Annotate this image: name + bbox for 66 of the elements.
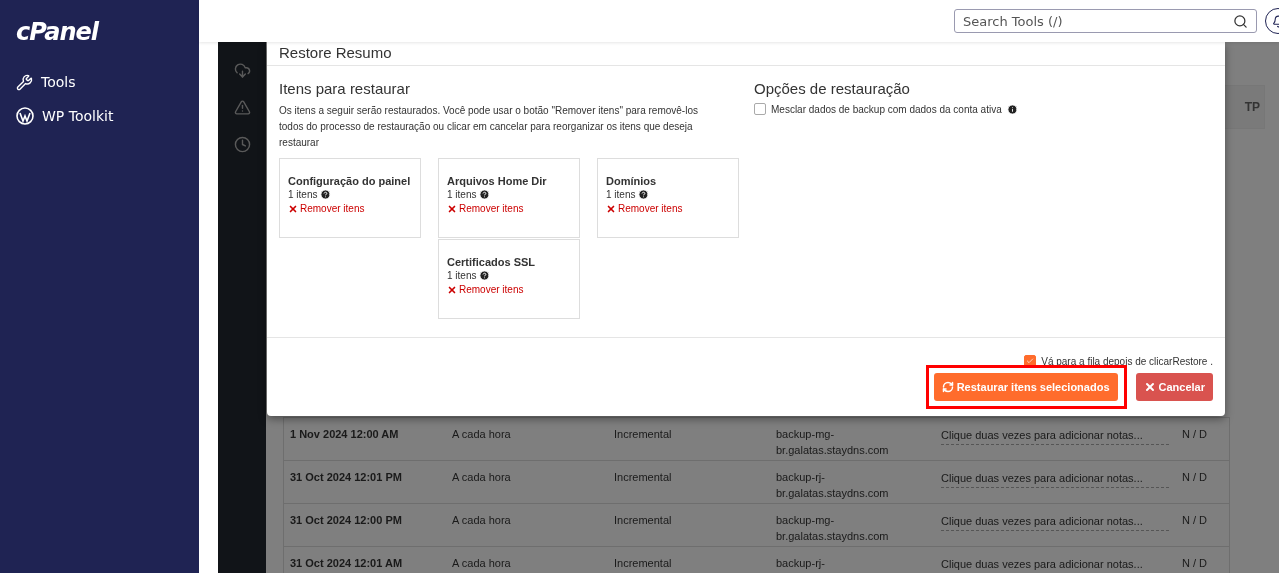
item-title: Certificados SSL xyxy=(447,256,537,269)
destination-cell-text: backup-rj- xyxy=(776,556,826,571)
date-cell-text: 31 Oct 2024 12:01 AM xyxy=(290,556,404,571)
x-icon xyxy=(606,203,616,214)
help-icon[interactable] xyxy=(479,270,491,281)
option-label: Mesclar dados de backup com dados da conta ativa xyxy=(771,103,1002,115)
refresh-icon xyxy=(941,381,954,393)
dialog-title: Restore Resumo xyxy=(267,42,1225,66)
date-cell-text: 31 Oct 2024 12:01 PM xyxy=(290,470,403,485)
item-title: Arquivos Home Dir xyxy=(447,175,548,188)
status-cell-text: N / D xyxy=(1182,556,1209,571)
remove-items-link[interactable]: Remover itens xyxy=(447,284,571,295)
cancel-button[interactable]: Cancelar xyxy=(1135,373,1213,401)
notes-field[interactable]: Clique duas vezes para adicionar notas... xyxy=(941,472,1169,488)
item-title: Configuração do painel xyxy=(288,175,412,188)
tools-icon xyxy=(16,73,33,91)
notes-field[interactable]: Clique duas vezes para adicionar notas... xyxy=(941,558,1169,573)
date-cell-text: 31 Oct 2024 12:00 PM xyxy=(290,513,403,528)
item-title: Domínios xyxy=(606,175,658,188)
checkbox[interactable] xyxy=(754,103,766,115)
remove-items-link[interactable]: Remover itens xyxy=(447,203,571,214)
remove-items-link[interactable]: Remover itens xyxy=(606,203,730,214)
cloud-download-icon[interactable] xyxy=(233,62,251,79)
type-cell-text: Incremental xyxy=(614,427,673,442)
check-icon xyxy=(1026,357,1035,365)
x-icon xyxy=(288,203,298,214)
frequency-cell-text: A cada hora xyxy=(452,513,512,528)
x-icon xyxy=(447,284,457,295)
notes-field[interactable]: Clique duas vezes para adicionar notas... xyxy=(941,429,1169,445)
item-count: 1 itens xyxy=(447,270,477,281)
notes-field[interactable]: Clique duas vezes para adicionar notas... xyxy=(941,515,1169,531)
section-heading: Opções de restauração xyxy=(754,80,911,97)
clock-icon[interactable] xyxy=(233,136,251,153)
help-icon[interactable] xyxy=(638,189,650,200)
warning-icon[interactable] xyxy=(233,99,251,116)
date-cell-text: 1 Nov 2024 12:00 AM xyxy=(290,427,400,442)
sidebar-item[interactable]: WP Toolkit xyxy=(16,104,199,128)
status-cell-text: N / D xyxy=(1182,513,1209,528)
destination-cell-text: backup-mg-br.galatas.staydns.com xyxy=(776,427,890,458)
destination-cell-text: backup-mg-br.galatas.staydns.com xyxy=(776,513,890,544)
type-cell-text: Incremental xyxy=(614,470,673,485)
search-icon xyxy=(1233,13,1248,29)
type-cell-text: Incremental xyxy=(614,513,673,528)
close-icon xyxy=(1143,381,1156,393)
frequency-cell-text: A cada hora xyxy=(452,427,512,442)
destination-cell-text: backup-rj-br.galatas.staydns.com xyxy=(776,470,890,501)
frequency-cell-text: A cada hora xyxy=(452,556,512,571)
search-field[interactable]: Search Tools (/) xyxy=(954,9,1257,33)
item-count: 1 itens xyxy=(606,189,636,200)
info-icon[interactable] xyxy=(1006,103,1018,115)
item-count: 1 itens xyxy=(288,189,318,200)
help-icon[interactable] xyxy=(320,189,332,200)
x-icon xyxy=(447,203,457,214)
description-text: Os itens a seguir serão restaurados. Você pode usar o botão "Remover itens" para removê-los todos do processo de restauração ou clicar em cancelar para reorganizar os itens que deseja restaurar xyxy=(279,104,699,150)
section-heading: Itens para restaurar xyxy=(279,80,411,97)
status-cell-text: N / D xyxy=(1182,470,1209,485)
frequency-cell-text: A cada hora xyxy=(452,470,512,485)
sidebar-item[interactable]: Tools xyxy=(16,70,199,94)
option-label: Vá para a fila depois de clicarRestore . xyxy=(1041,355,1213,367)
status-cell-text: N / D xyxy=(1182,427,1209,442)
help-icon[interactable] xyxy=(479,189,491,200)
remove-items-link[interactable]: Remover itens xyxy=(288,203,412,214)
cpanel-logo[interactable]: cPanel xyxy=(16,18,199,46)
wordpress-icon xyxy=(16,107,34,125)
type-cell-text: Incremental xyxy=(614,556,673,571)
item-count: 1 itens xyxy=(447,189,477,200)
